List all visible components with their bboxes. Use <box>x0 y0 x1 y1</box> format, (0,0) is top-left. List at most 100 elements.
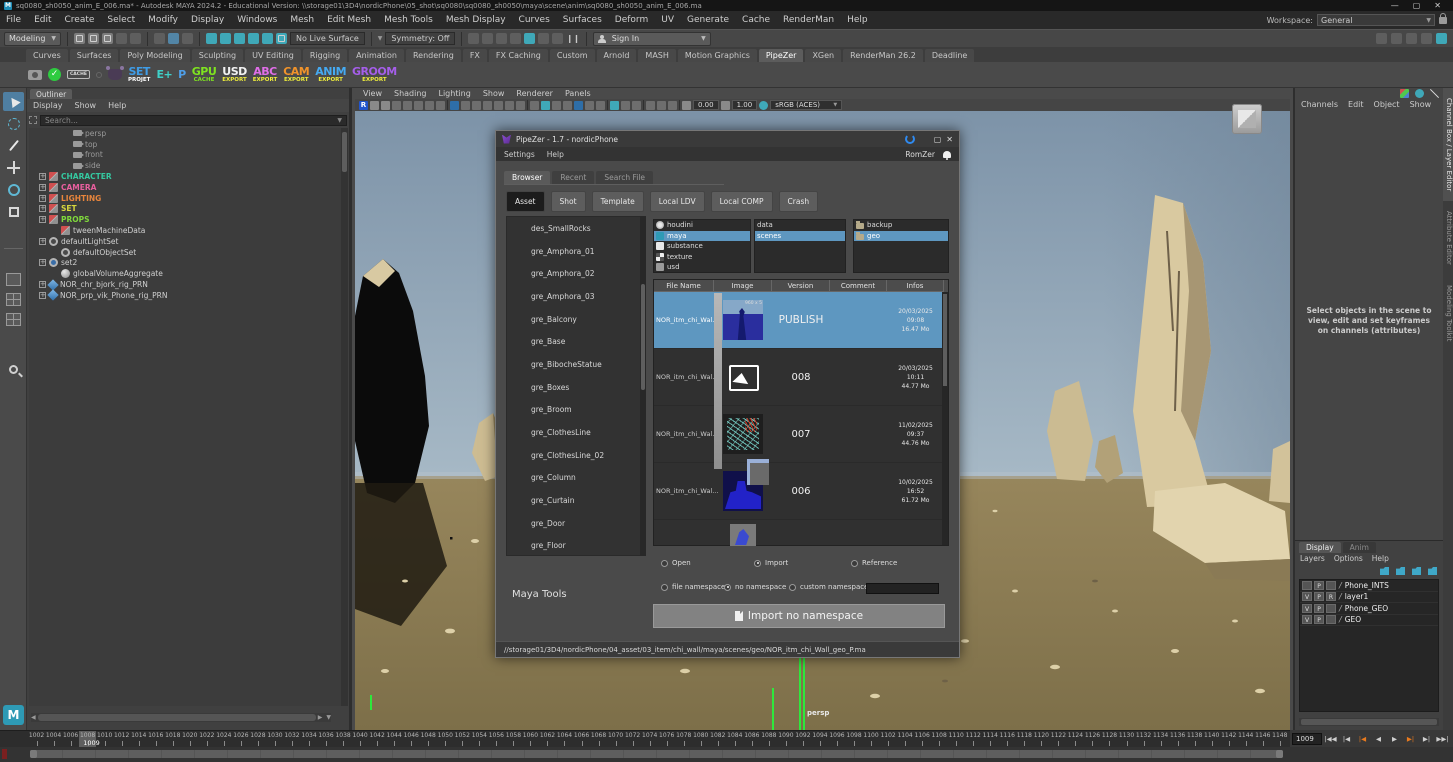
expand-icon[interactable] <box>39 184 46 191</box>
table-row[interactable]: NOR_itm_chi_Wal... 007 11/02/202509:3744… <box>654 406 948 463</box>
2d-pan-zoom-icon[interactable] <box>436 101 445 110</box>
field-chart-icon[interactable] <box>494 101 503 110</box>
timeline-frame-tick[interactable]: 1056 <box>488 731 505 747</box>
menu-item[interactable]: Edit <box>34 15 51 25</box>
timeline-frame-tick[interactable]: 1018 <box>164 731 181 747</box>
layer-new-from-selected-icon[interactable] <box>1428 567 1437 575</box>
menu-item[interactable]: Edit Mesh <box>327 15 371 25</box>
bookmark-icon[interactable] <box>403 101 412 110</box>
grid-icon[interactable] <box>450 101 459 110</box>
layer-name[interactable]: layer1 <box>1345 592 1369 601</box>
scroll-left-icon[interactable]: ◀ <box>31 714 36 721</box>
timeline-frame-tick[interactable]: 1104 <box>897 731 914 747</box>
layer-visibility-toggle[interactable]: V <box>1302 604 1312 613</box>
radio-option[interactable]: no namespace <box>724 583 786 591</box>
pause-icon[interactable]: ❙❙ <box>566 34 579 43</box>
dialog-menu-item[interactable]: Help <box>547 150 564 159</box>
menu-item[interactable]: UV <box>661 15 674 25</box>
menu-item[interactable]: Display <box>191 15 224 25</box>
category-button[interactable]: Asset <box>506 191 545 212</box>
snap-curve-icon[interactable] <box>220 33 231 44</box>
outliner-item[interactable]: SET <box>29 204 343 215</box>
renderman-icon[interactable]: R <box>359 101 368 110</box>
timeline-frame-tick[interactable]: 1130 <box>1118 731 1135 747</box>
hud-icon[interactable] <box>657 101 666 110</box>
category-button[interactable]: Local LDV <box>650 191 705 212</box>
username-label[interactable]: RomZer <box>905 150 935 159</box>
timeline-frame-tick[interactable]: 1088 <box>760 731 777 747</box>
timeline-frame-tick[interactable]: 1090 <box>777 731 794 747</box>
timeline-frame-tick[interactable]: 1122 <box>1050 731 1067 747</box>
viewport-menu-item[interactable]: Lighting <box>438 89 470 98</box>
snap-projected-center-icon[interactable] <box>248 33 259 44</box>
timeline-frame-tick[interactable]: 1110 <box>948 731 965 747</box>
menu-set-dropdown[interactable]: Modeling▼ <box>4 32 61 46</box>
layer-editor-menu-item[interactable]: Options <box>1334 554 1363 563</box>
timeline-frame-tick[interactable]: 1132 <box>1135 731 1152 747</box>
timeline-frame-tick[interactable]: 1142 <box>1220 731 1237 747</box>
timeline-frame-tick[interactable]: 1028 <box>249 731 266 747</box>
outliner-item[interactable]: CHARACTER <box>29 171 343 182</box>
use-all-lights-icon[interactable] <box>563 101 572 110</box>
menu-item[interactable]: Windows <box>237 15 277 25</box>
paint-select-tool[interactable] <box>3 136 24 155</box>
timeline-frame-tick[interactable]: 1108 <box>931 731 948 747</box>
shelf-tab[interactable]: MASH <box>638 49 675 62</box>
gate-mask-icon[interactable] <box>483 101 492 110</box>
menu-item[interactable]: RenderMan <box>783 15 834 25</box>
outliner-vertical-scrollbar[interactable] <box>341 128 348 706</box>
sphere-icon[interactable] <box>1415 89 1424 98</box>
make-live-icon[interactable] <box>276 33 287 44</box>
render-sequence-icon[interactable] <box>538 33 549 44</box>
playback-button[interactable]: |◀ <box>1339 735 1354 743</box>
chevron-down-icon[interactable]: ▼ <box>378 35 383 42</box>
save-scene-icon[interactable] <box>102 33 113 44</box>
column-header[interactable]: Comment <box>830 280 887 292</box>
sign-in-dropdown[interactable]: Sign In▼ <box>593 32 711 46</box>
asset-list-item[interactable]: gre_Amphora_01 <box>507 240 645 263</box>
timeline-frame-tick[interactable]: 1012 <box>113 731 130 747</box>
asset-list-item[interactable]: des_SmallRocks <box>507 217 645 240</box>
timeline-frame-tick[interactable]: 1050 <box>437 731 454 747</box>
selection-filter-icon[interactable] <box>29 116 37 124</box>
select-tool[interactable] <box>3 92 24 111</box>
dialog-titlebar[interactable]: PipeZer - 1.7 - nordicPhone ▢ ✕ <box>496 131 959 147</box>
timeline-frame-tick[interactable]: 1062 <box>539 731 556 747</box>
timeline-frame-tick[interactable]: 1026 <box>232 731 249 747</box>
playback-button[interactable]: ▶| <box>1419 735 1434 743</box>
shaded-icon[interactable] <box>541 101 550 110</box>
table-row[interactable]: NOR_itm_chi_Wal... 960 x 5 PUBLISH 20/03… <box>654 292 948 349</box>
outliner-item[interactable]: defaultObjectSet <box>29 247 343 258</box>
timeline-frame-tick[interactable]: 1022 <box>198 731 215 747</box>
viewport-menu-item[interactable]: Panels <box>565 89 591 98</box>
menu-item[interactable]: Modify <box>148 15 178 25</box>
timeline-frame-tick[interactable]: 1040 <box>352 731 369 747</box>
asset-list-item[interactable]: gre_ClothesLine <box>507 421 645 444</box>
lock-icon[interactable] <box>1439 17 1447 24</box>
layer-playback-toggle[interactable]: P <box>1314 581 1324 590</box>
playback-button[interactable]: |◀ <box>1355 735 1370 743</box>
expand-icon[interactable] <box>39 205 46 212</box>
shelf-tab[interactable]: Sculpting <box>192 49 243 62</box>
cache-chip-icon[interactable]: CACHE <box>67 70 90 79</box>
exposure-icon[interactable] <box>682 101 691 110</box>
timeline-frame-tick[interactable]: 1042 <box>369 731 386 747</box>
outliner-item[interactable]: side <box>29 160 343 171</box>
outliner-item[interactable]: defaultLightSet <box>29 236 343 247</box>
outliner-menu-item[interactable]: Help <box>108 101 126 110</box>
dcc-list-item[interactable]: substance <box>654 241 750 252</box>
layout-four-pane-button[interactable] <box>3 290 24 309</box>
pencil-icon[interactable] <box>1430 89 1439 98</box>
dcc-list-item[interactable]: houdini <box>654 220 750 231</box>
shelf-tool-button[interactable]: P <box>178 69 186 81</box>
timeline-frame-tick[interactable]: 1030 <box>266 731 283 747</box>
layout-single-pane-button[interactable] <box>3 270 24 289</box>
timeline-frame-tick[interactable]: 1078 <box>675 731 692 747</box>
menu-item[interactable]: Generate <box>687 15 729 25</box>
layer-move-icon[interactable] <box>1380 567 1389 575</box>
layer-name[interactable]: GEO <box>1345 615 1361 624</box>
timeline-frame-tick[interactable]: 1134 <box>1152 731 1169 747</box>
render-icon[interactable] <box>468 33 479 44</box>
layer-editor-tab[interactable]: Anim <box>1343 542 1376 553</box>
shadows-icon[interactable] <box>574 101 583 110</box>
